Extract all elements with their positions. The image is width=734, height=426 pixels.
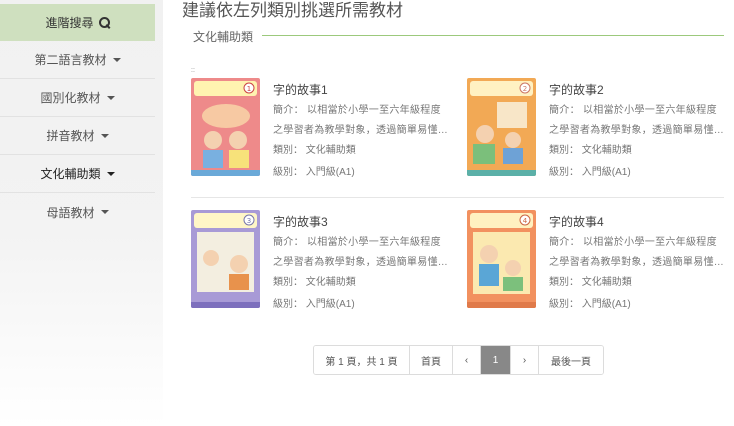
cover-figure-body <box>203 150 223 168</box>
book-card[interactable]: 3 字的故事3 簡介： 以相當於小學一至六年級程度之學習者為教學對象，透過簡單易… <box>191 210 461 320</box>
page-1-button[interactable]: 1 <box>481 346 511 374</box>
caret-down-icon <box>106 95 115 100</box>
cover-figure <box>229 131 247 149</box>
book-cover-image[interactable]: 4 <box>467 210 536 308</box>
book-card[interactable]: 4 字的故事4 簡介： 以相當於小學一至六年級程度之學習者為教學對象，透過簡單易… <box>467 210 734 320</box>
caret-down-icon <box>100 210 109 214</box>
cover-figure <box>480 245 498 263</box>
book-category: 類別： 文化輔助類 <box>549 145 632 156</box>
cover-footer <box>467 170 536 176</box>
book-cover-image[interactable]: 1 <box>191 78 260 176</box>
advanced-search-button[interactable]: 進階搜尋 <box>0 4 155 41</box>
page-info: 第 1 頁，共 1 頁 <box>314 346 410 374</box>
book-level: 級別： 入門級(A1) <box>273 299 355 310</box>
prev-page-button[interactable]: ‹ <box>453 346 481 374</box>
book-title[interactable]: 字的故事4 <box>549 213 604 230</box>
cover-number: 3 <box>247 217 251 225</box>
sidebar-item-culture[interactable]: 文化輔助類 <box>0 155 155 193</box>
sidebar-item-second-language[interactable]: 第二語言教材 <box>0 41 155 79</box>
book-card[interactable]: 1 字的故事1 簡介： 以相當於小學一至六年級程度之學習者為教學對象，透過簡單易… <box>191 78 461 188</box>
book-level: 級別： 入門級(A1) <box>549 299 631 310</box>
cover-illustration-paper <box>497 102 527 128</box>
cover-figure <box>476 125 494 143</box>
book-title[interactable]: 字的故事3 <box>273 213 328 230</box>
sidebar: 進階搜尋 第二語言教材 國別化教材 拼音教材 文化輔助類 母語教材 <box>0 0 163 426</box>
cover-figure-body <box>503 148 523 164</box>
book-title[interactable]: 字的故事1 <box>273 81 328 98</box>
tiny-mark: :: <box>191 67 195 74</box>
sidebar-item-label: 國別化教材 <box>40 91 101 105</box>
book-card[interactable]: 2 字的故事2 簡介： 以相當於小學一至六年級程度之學習者為教學對象，透過簡單易… <box>467 78 734 188</box>
pagination: 第 1 頁，共 1 頁 首頁 ‹ 1 › 最後一頁 <box>313 345 604 375</box>
sidebar-item-label: 文化輔助類 <box>40 167 101 181</box>
search-icon <box>98 17 110 28</box>
cover-illustration-top <box>202 104 250 128</box>
cover-footer <box>467 302 536 308</box>
cover-figure-body <box>229 150 249 168</box>
book-description: 簡介： 以相當於小學一至六年級程度之學習者為教學對象，透過簡單易懂… <box>549 237 725 268</box>
book-cover-image[interactable]: 2 <box>467 78 536 176</box>
cover-footer <box>191 302 260 308</box>
section-divider <box>262 35 724 36</box>
cover-figure <box>505 132 521 148</box>
cover-figure-body <box>503 277 523 291</box>
book-level: 級別： 入門級(A1) <box>273 167 355 178</box>
cover-number: 4 <box>523 217 528 225</box>
first-page-button[interactable]: 首頁 <box>410 346 453 374</box>
cover-number: 1 <box>247 85 251 93</box>
book-category: 類別： 文化輔助類 <box>273 145 356 156</box>
book-description: 簡介： 以相當於小學一至六年級程度之學習者為教學對象，透過簡單易懂… <box>273 237 449 268</box>
sidebar-item-label: 拼音教材 <box>46 129 95 143</box>
cover-number: 2 <box>523 85 527 93</box>
book-level: 級別： 入門級(A1) <box>549 167 631 178</box>
book-category: 類別： 文化輔助類 <box>273 277 356 288</box>
book-cover-image[interactable]: 3 <box>191 210 260 308</box>
caret-down-icon <box>112 57 121 62</box>
section-title: 文化輔助類 <box>193 30 254 44</box>
sidebar-item-mother-tongue[interactable]: 母語教材 <box>0 193 155 231</box>
caret-down-icon <box>100 133 109 138</box>
book-title[interactable]: 字的故事2 <box>549 81 604 98</box>
sidebar-item-pinyin[interactable]: 拼音教材 <box>0 117 155 155</box>
cover-figure <box>204 131 222 149</box>
cover-figure <box>505 260 521 276</box>
book-category: 類別： 文化輔助類 <box>549 277 632 288</box>
cover-figure <box>203 250 219 266</box>
sidebar-item-label: 母語教材 <box>46 205 95 220</box>
advanced-search-label: 進階搜尋 <box>45 16 94 30</box>
sidebar-item-label: 第二語言教材 <box>34 53 107 67</box>
last-page-button[interactable]: 最後一頁 <box>539 346 603 374</box>
cover-figure-body <box>473 144 495 164</box>
book-description: 簡介： 以相當於小學一至六年級程度之學習者為教學對象，透過簡單易懂… <box>549 105 725 136</box>
page-title: 建議依左列類別挑選所需教材 <box>182 1 403 20</box>
cover-figure <box>230 255 248 273</box>
row-divider <box>191 197 724 198</box>
cover-figure-body <box>479 264 499 286</box>
book-description: 簡介： 以相當於小學一至六年級程度之學習者為教學對象，透過簡單易懂… <box>273 105 449 136</box>
caret-down-icon <box>106 171 115 176</box>
next-page-button[interactable]: › <box>511 346 539 374</box>
sidebar-item-localized[interactable]: 國別化教材 <box>0 79 155 117</box>
cover-figure-body <box>229 274 249 290</box>
cover-footer <box>191 170 260 176</box>
